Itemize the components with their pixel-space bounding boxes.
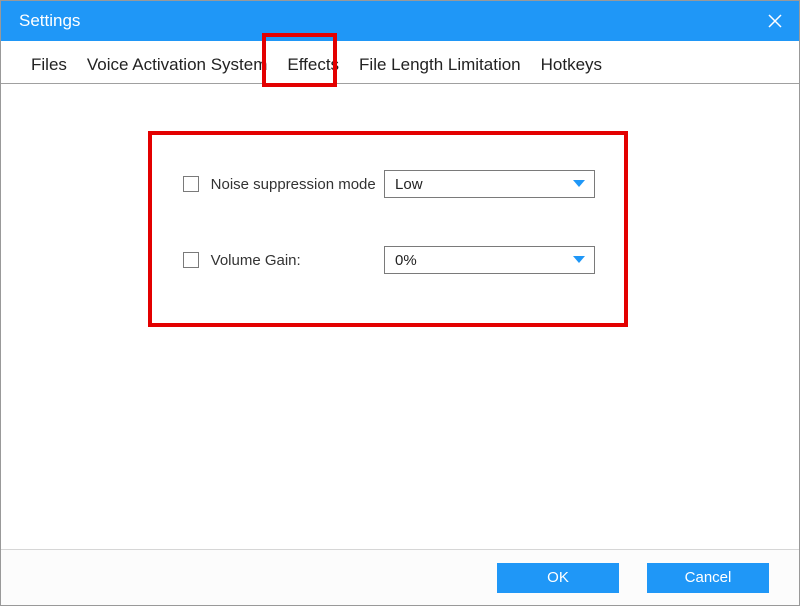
window-title: Settings	[19, 11, 80, 31]
chevron-down-icon	[572, 179, 586, 189]
titlebar: Settings	[1, 1, 799, 41]
tab-label: Voice Activation System	[87, 55, 267, 74]
noise-suppression-checkbox[interactable]	[183, 176, 199, 192]
tab-label: Files	[31, 55, 67, 74]
footer: OK Cancel	[1, 549, 799, 605]
volume-gain-select[interactable]: 0%	[384, 246, 595, 274]
content-area: Noise suppression mode Low Volume Gain: …	[1, 84, 799, 549]
volume-gain-label: Volume Gain:	[211, 252, 384, 269]
noise-suppression-select[interactable]: Low	[384, 170, 595, 198]
chevron-down-icon	[572, 255, 586, 265]
volume-gain-row: Volume Gain: 0%	[183, 246, 595, 274]
tab-files[interactable]: Files	[21, 51, 77, 85]
volume-gain-checkbox[interactable]	[183, 252, 199, 268]
noise-suppression-label: Noise suppression mode	[211, 176, 384, 193]
effects-panel: Noise suppression mode Low Volume Gain: …	[149, 134, 629, 330]
noise-suppression-value: Low	[395, 176, 423, 193]
volume-gain-value: 0%	[395, 252, 417, 269]
tab-voice-activation-system[interactable]: Voice Activation System	[77, 51, 277, 85]
close-icon[interactable]	[765, 11, 785, 31]
tab-file-length-limitation[interactable]: File Length Limitation	[349, 51, 531, 85]
tab-label: Hotkeys	[541, 55, 602, 74]
noise-suppression-row: Noise suppression mode Low	[183, 170, 595, 198]
cancel-button[interactable]: Cancel	[647, 563, 769, 593]
tab-label: File Length Limitation	[359, 55, 521, 74]
tab-effects[interactable]: Effects	[277, 51, 349, 85]
settings-window: Settings Files Voice Activation System E…	[0, 0, 800, 606]
ok-button[interactable]: OK	[497, 563, 619, 593]
tab-hotkeys[interactable]: Hotkeys	[531, 51, 612, 85]
tab-label: Effects	[287, 55, 339, 74]
tab-bar: Files Voice Activation System Effects Fi…	[1, 41, 799, 84]
